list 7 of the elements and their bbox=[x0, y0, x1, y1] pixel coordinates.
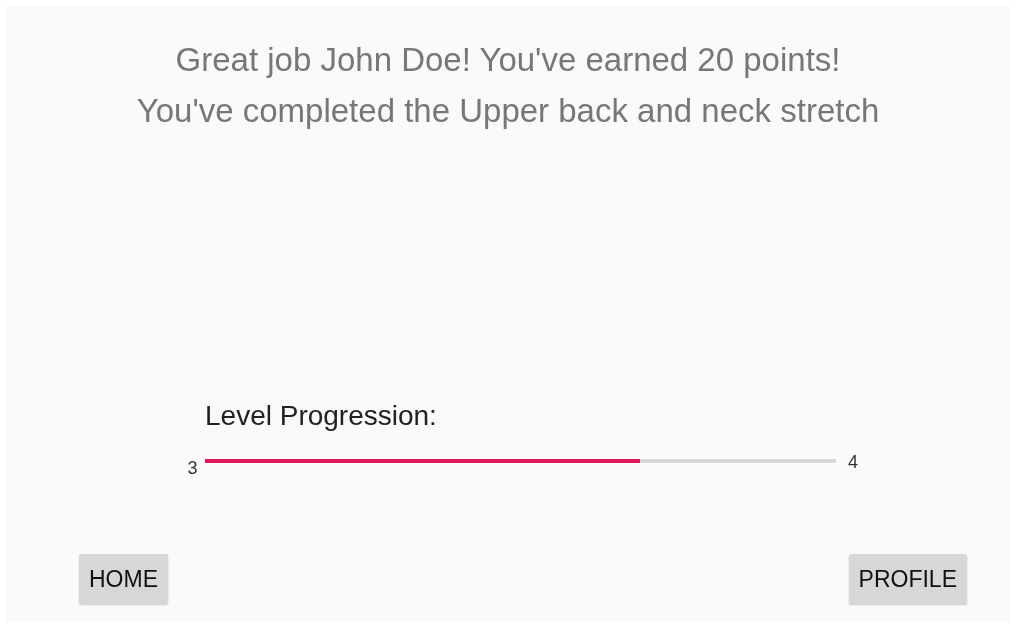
start-level: 3 bbox=[186, 458, 199, 479]
end-level: 4 bbox=[848, 452, 859, 473]
progression-label: Level Progression: bbox=[205, 400, 438, 432]
nav-button[interactable]: HOME bbox=[79, 554, 168, 604]
message-text: You've completed the Upper back and neck stretch bbox=[135, 91, 881, 131]
message-text: Great job John Doe! You've earned 20 points! bbox=[174, 40, 842, 80]
nav-button[interactable]: PROFILE bbox=[848, 554, 967, 604]
